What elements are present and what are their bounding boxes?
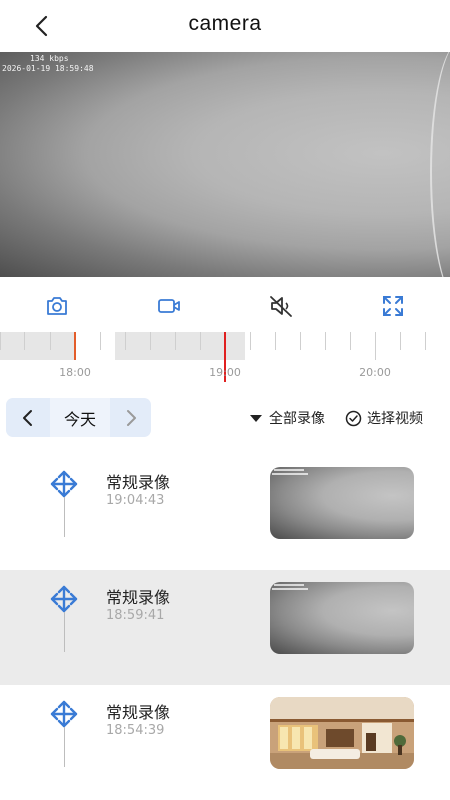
recording-type: 常规录像 (106, 588, 171, 607)
recording-time: 19:04:43 (106, 493, 165, 508)
next-day-button[interactable] (110, 398, 151, 437)
timeline-label: 19:00 (209, 366, 241, 379)
timeline-connector (64, 497, 65, 537)
timeline-tick (50, 332, 51, 350)
timeline-tick (250, 332, 251, 350)
recording-type: 常规录像 (106, 703, 171, 722)
timeline-tick (24, 332, 25, 350)
move-arrows-icon (50, 585, 78, 613)
recording-time: 18:59:41 (106, 608, 165, 623)
timeline-tick (0, 332, 1, 350)
recording-thumbnail-room[interactable] (270, 697, 414, 769)
recording-list: 常规录像 19:04:43 常规录像 18:59:41 常规录像 18:54:3… (0, 455, 450, 800)
filter-label: 全部录像 (269, 411, 325, 427)
event-marker (74, 332, 76, 360)
playback-timeline[interactable]: 18:00 19:00 20:00 (0, 330, 450, 385)
video-player[interactable]: 134 kbps 2026-01-19 18:59:48 (0, 52, 450, 277)
player-controls (0, 285, 450, 325)
date-label: 今天 (50, 398, 110, 437)
recording-item[interactable]: 常规录像 19:04:43 (0, 455, 450, 570)
all-recordings-filter[interactable]: 全部录像 (248, 408, 325, 428)
video-lens-edge (430, 52, 450, 277)
chevron-left-icon (23, 409, 32, 426)
camera-icon (47, 297, 67, 315)
timeline-label: 18:00 (59, 366, 91, 379)
caret-down-icon (250, 415, 262, 422)
video-camera-icon (158, 299, 180, 313)
recording-segment (0, 332, 75, 360)
room-scene-image (270, 697, 414, 769)
recording-thumbnail[interactable] (270, 582, 414, 654)
timeline-tick (150, 332, 151, 350)
timeline-tick (175, 332, 176, 350)
chevron-right-icon (126, 409, 136, 426)
timeline-tick (325, 332, 326, 350)
fullscreen-icon (383, 296, 403, 316)
timeline-tick (200, 332, 201, 350)
timeline-connector (64, 727, 65, 767)
snapshot-button[interactable] (42, 291, 72, 321)
header-bar: camera (0, 0, 450, 52)
timeline-tick (100, 332, 101, 350)
previous-day-button[interactable] (6, 398, 50, 437)
timeline-tick (300, 332, 301, 350)
select-video-label: 选择视频 (367, 411, 423, 427)
video-timestamp: 2026-01-19 18:59:48 (2, 64, 94, 73)
date-selector: 今天 (6, 398, 151, 437)
timeline-label: 20:00 (359, 366, 391, 379)
recording-time: 18:54:39 (106, 723, 165, 738)
page-title: camera (188, 12, 262, 35)
move-arrows-icon (50, 470, 78, 498)
timeline-tick (125, 332, 126, 350)
move-arrows-icon (50, 700, 78, 728)
check-circle-icon (345, 410, 362, 426)
recording-type: 常规录像 (106, 473, 171, 492)
video-bitrate: 134 kbps (30, 54, 69, 63)
recording-thumbnail[interactable] (270, 467, 414, 539)
speaker-muted-icon (270, 296, 292, 317)
recording-item[interactable]: 常规录像 18:54:39 (0, 685, 450, 800)
recording-item[interactable]: 常规录像 18:59:41 (0, 570, 450, 685)
timeline-connector (64, 612, 65, 652)
mute-button[interactable] (266, 291, 296, 321)
timeline-tick (425, 332, 426, 350)
select-video-button[interactable]: 选择视频 (345, 408, 423, 428)
timeline-tick (275, 332, 276, 350)
timeline-tick (375, 332, 376, 360)
record-button[interactable] (154, 291, 184, 321)
timeline-tick (350, 332, 351, 350)
fullscreen-button[interactable] (378, 291, 408, 321)
timeline-tick (400, 332, 401, 350)
